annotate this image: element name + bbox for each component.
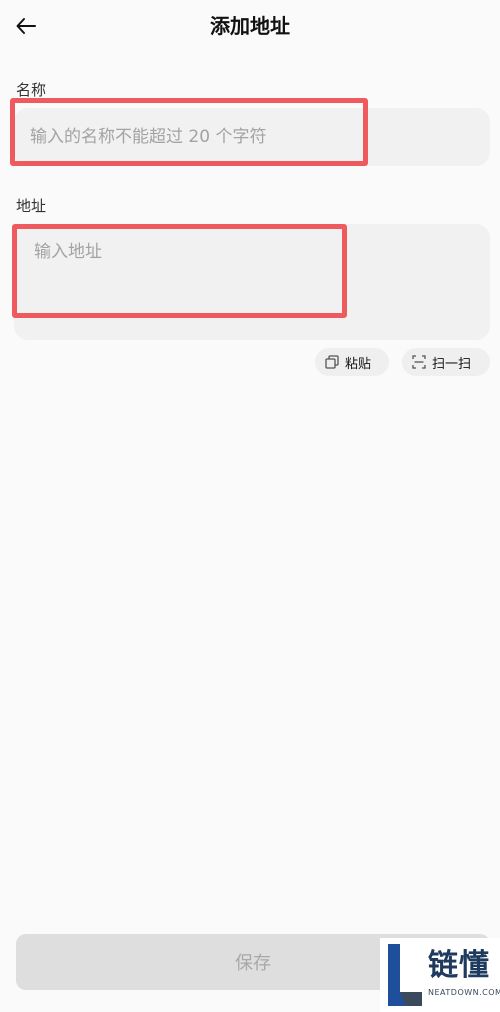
address-input[interactable] bbox=[14, 224, 490, 340]
watermark-logo-icon bbox=[388, 944, 422, 1006]
scan-button[interactable]: 扫一扫 bbox=[402, 348, 490, 376]
name-field-container bbox=[14, 108, 490, 166]
watermark-domain: NEATDOWN.COM bbox=[428, 988, 500, 997]
paste-button[interactable]: 粘贴 bbox=[315, 348, 389, 376]
top-bar: 添加地址 bbox=[0, 0, 500, 52]
scan-frame-icon bbox=[412, 355, 426, 369]
address-field-container bbox=[14, 224, 490, 340]
copy-icon bbox=[325, 355, 339, 369]
watermark: 链懂 NEATDOWN.COM bbox=[380, 938, 500, 1012]
scan-label: 扫一扫 bbox=[432, 356, 472, 372]
name-label: 名称 bbox=[16, 81, 47, 99]
paste-label: 粘贴 bbox=[345, 356, 372, 372]
save-label: 保存 bbox=[235, 953, 271, 974]
page-title: 添加地址 bbox=[210, 14, 290, 38]
watermark-brand: 链懂 bbox=[428, 948, 490, 983]
address-label: 地址 bbox=[16, 197, 47, 215]
name-input[interactable] bbox=[14, 108, 490, 166]
